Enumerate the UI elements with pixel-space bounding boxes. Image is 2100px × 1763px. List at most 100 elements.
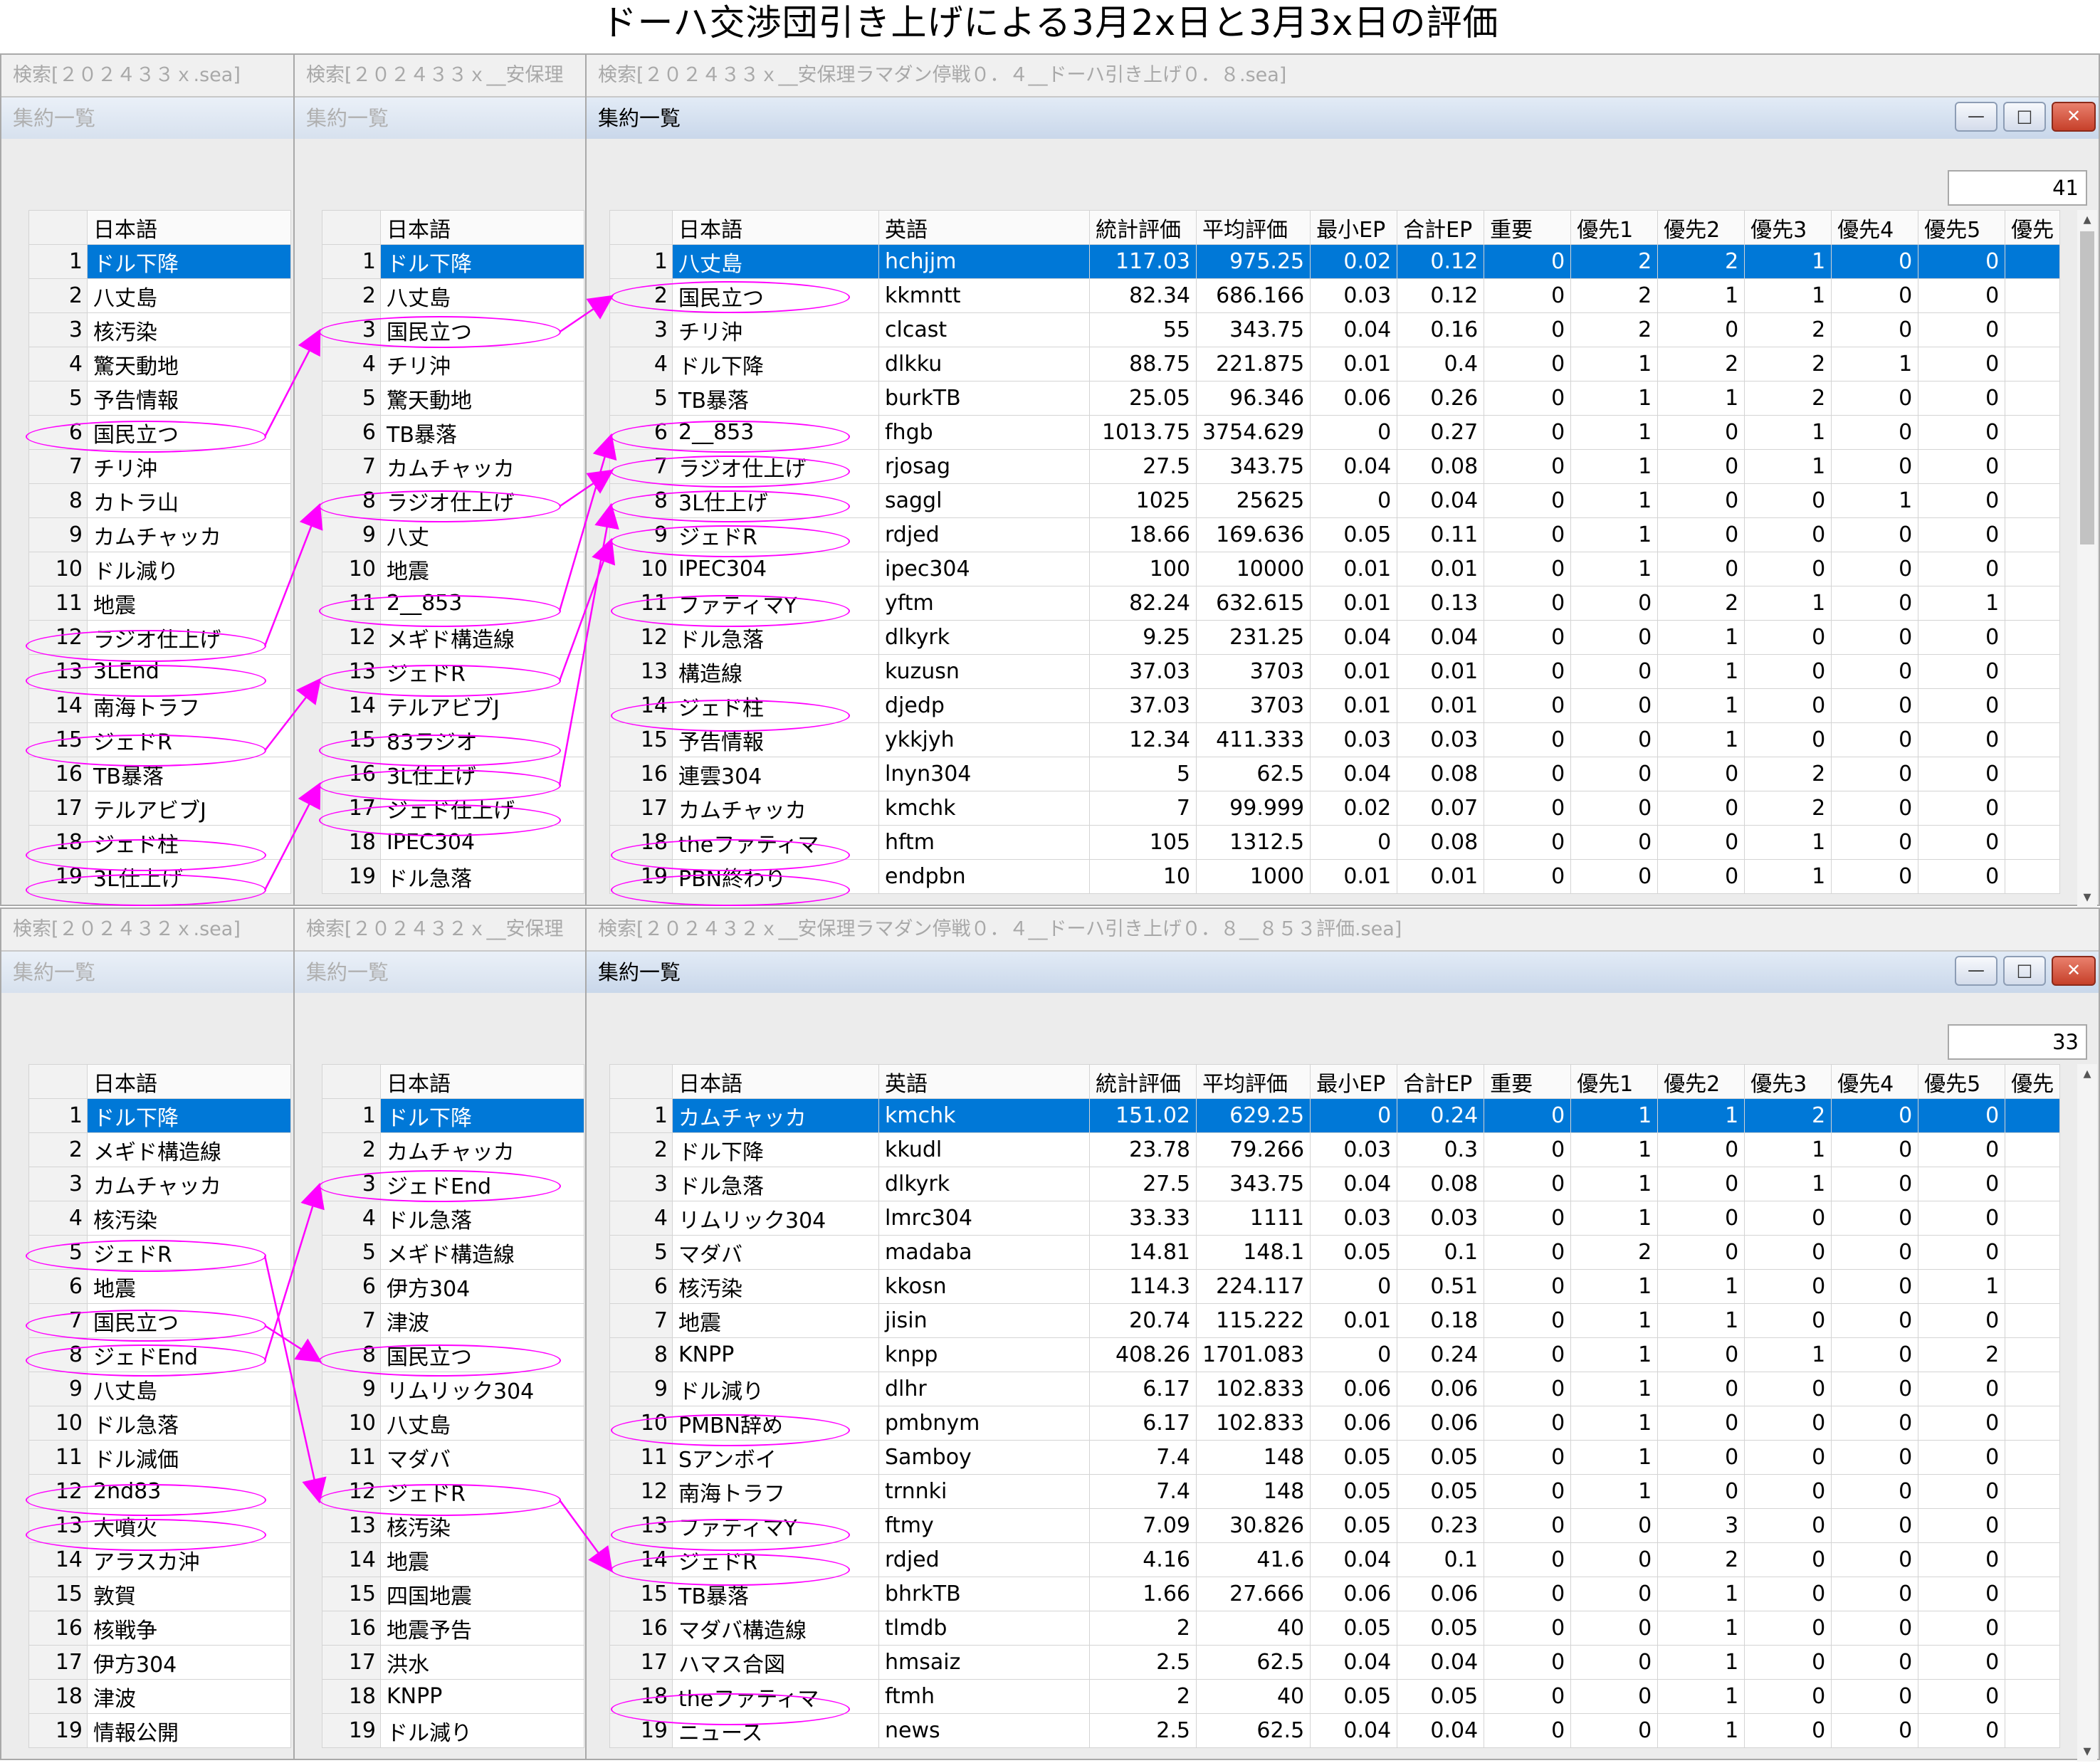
cell-col-5[interactable]: 0.11 [1397,517,1485,552]
cell-col-3[interactable]: 148.1 [1195,1235,1311,1270]
table-row[interactable]: 13 核汚染 [322,1508,584,1543]
cell-col-5[interactable]: 0.08 [1397,1167,1485,1201]
term-cell[interactable]: メギド構造線 [380,1235,584,1270]
table-row[interactable]: 7 ラジオ仕上げ rjosag 27.5 343.75 0.04 0.08 0 1 0 1 0 0 [609,449,2061,484]
table-row[interactable]: 7 津波 [322,1303,584,1338]
cell-col-3[interactable]: 169.636 [1195,517,1311,552]
cell-col-6[interactable]: 0 [1484,1611,1572,1646]
term-cell[interactable]: カムチャッカ [380,1132,584,1167]
scroll-up-arrow[interactable]: ▴ [2077,1064,2097,1084]
cell-col-7[interactable]: 1 [1570,347,1659,381]
cell-col-10[interactable]: 0 [1831,1269,1919,1304]
cell-col-4[interactable]: 0.03 [1310,722,1398,757]
column-header-11[interactable]: 優先5 [1918,1064,2006,1099]
cell-col-2[interactable]: 10 [1089,859,1197,894]
cell-col-7[interactable]: 0 [1570,688,1659,723]
table-row[interactable]: 17 伊方304 [28,1645,291,1680]
table-row[interactable]: 16 核戦争 [28,1611,291,1646]
cell-col-8[interactable]: 0 [1657,791,1745,826]
cell-col-6[interactable]: 0 [1484,347,1572,381]
table-row[interactable]: 7 チリ沖 [28,449,291,484]
cell-col-10[interactable]: 0 [1831,586,1919,621]
cell-col-3[interactable]: 30.826 [1195,1508,1311,1543]
cell-col-8[interactable]: 0 [1657,1235,1745,1270]
cell-col-5[interactable]: 0.01 [1397,688,1485,723]
table-row[interactable]: 8 国民立つ [322,1337,584,1372]
table-row[interactable]: 14 南海トラフ [28,688,291,723]
cell-col-8[interactable]: 0 [1657,825,1745,860]
table-row[interactable]: 14 テルアビブJ [322,688,584,723]
cell-col-7[interactable]: 1 [1570,415,1659,450]
table-row[interactable]: 17 ジェド仕上げ [322,791,584,826]
column-header-11[interactable]: 優先5 [1918,210,2006,245]
cell-col-7[interactable]: 0 [1570,1645,1659,1680]
cell-col-1[interactable]: endpbn [878,859,1090,894]
cell-col-3[interactable]: 96.346 [1195,381,1311,416]
cell-col-7[interactable]: 0 [1570,654,1659,689]
cell-col-9[interactable]: 0 [1744,654,1832,689]
cell-col-1[interactable]: madaba [878,1235,1090,1270]
term-cell[interactable]: ドル減り [87,552,291,586]
cell-col-8[interactable]: 0 [1657,1167,1745,1201]
cell-col-6[interactable]: 0 [1484,1577,1572,1611]
table-row[interactable]: 12 ドル急落 dlkyrk 9.25 231.25 0.04 0.04 0 0 1 0 0 0 [609,620,2061,655]
term-cell[interactable]: カムチャッカ [87,1167,291,1201]
cell-col-6[interactable]: 0 [1484,688,1572,723]
cell-col-9[interactable]: 0 [1744,483,1832,518]
cell-col-4[interactable]: 0.01 [1310,586,1398,621]
table-row[interactable]: 10 ドル急落 [28,1406,291,1441]
table-row[interactable]: 5 ジェドR [28,1235,291,1270]
term-cell[interactable]: 予告情報 [87,381,291,416]
cell-col-5[interactable]: 0.05 [1397,1679,1485,1714]
cell-col-0[interactable]: 八丈島 [672,244,879,279]
cell-col-8[interactable]: 0 [1657,859,1745,894]
cell-col-10[interactable]: 0 [1831,825,1919,860]
cell-col-11[interactable]: 0 [1918,347,2006,381]
cell-col-7[interactable]: 1 [1570,1167,1659,1201]
cell-col-9[interactable]: 1 [1744,1337,1832,1372]
cell-col-3[interactable]: 343.75 [1195,449,1311,484]
close-button[interactable]: ✕ [2052,102,2096,132]
vertical-scrollbar[interactable]: ▴ ▾ [2077,1064,2097,1762]
table-row[interactable]: 19 3L仕上げ [28,859,291,894]
cell-col-9[interactable]: 2 [1744,347,1832,381]
cell-col-9[interactable]: 0 [1744,688,1832,723]
cell-col-0[interactable]: ジェドR [672,1542,879,1577]
table-row[interactable]: 8 カトラ山 [28,483,291,518]
term-cell[interactable]: 83ラジオ [380,722,584,757]
table-row[interactable]: 1 ドル下降 [28,244,291,279]
cell-col-7[interactable]: 1 [1570,381,1659,416]
cell-col-8[interactable]: 0 [1657,1132,1745,1167]
cell-col-1[interactable]: dlkku [878,347,1090,381]
cell-col-6[interactable]: 0 [1484,1474,1572,1509]
cell-col-0[interactable]: カムチャッカ [672,791,879,826]
cell-col-5[interactable]: 0.03 [1397,722,1485,757]
cell-col-11[interactable]: 0 [1918,1611,2006,1646]
cell-col-9[interactable]: 0 [1744,1372,1832,1406]
term-cell[interactable]: 核汚染 [87,1201,291,1236]
table-row[interactable]: 1 八丈島 hchjjm 117.03 975.25 0.02 0.12 0 2 2 1 0 0 [609,244,2061,279]
table-row[interactable]: 5 TB暴落 burkTB 25.05 96.346 0.06 0.26 0 1 1 2 0 0 [609,381,2061,416]
cell-col-5[interactable]: 0.24 [1397,1098,1485,1133]
cell-col-5[interactable]: 0.06 [1397,1577,1485,1611]
term-cell[interactable]: 津波 [380,1303,584,1338]
cell-col-7[interactable]: 0 [1570,586,1659,621]
cell-col-11[interactable]: 0 [1918,688,2006,723]
cell-col-7[interactable]: 1 [1570,517,1659,552]
cell-col-4[interactable]: 0.05 [1310,517,1398,552]
column-header-6[interactable]: 重要 [1484,1064,1572,1099]
term-cell[interactable]: ドル急落 [87,1406,291,1441]
cell-col-0[interactable]: ハマス合図 [672,1645,879,1680]
table-row[interactable]: 11 ファティマY yftm 82.24 632.615 0.01 0.13 0 0 2 1 0 1 [609,586,2061,621]
cell-col-0[interactable]: 国民立つ [672,278,879,313]
cell-col-2[interactable]: 20.74 [1089,1303,1197,1338]
term-cell[interactable]: 南海トラフ [87,688,291,723]
cell-col-2[interactable]: 82.24 [1089,586,1197,621]
cell-col-6[interactable]: 0 [1484,1303,1572,1338]
column-header-7[interactable]: 優先1 [1570,1064,1659,1099]
cell-col-2[interactable]: 6.17 [1089,1406,1197,1441]
table-row[interactable]: 4 リムリック304 lmrc304 33.33 1111 0.03 0.03 0 1 0 0 0 0 [609,1201,2061,1236]
cell-col-1[interactable]: ipec304 [878,552,1090,586]
term-cell[interactable]: ジェド仕上げ [380,791,584,826]
column-header-3[interactable]: 平均評価 [1195,1064,1311,1099]
